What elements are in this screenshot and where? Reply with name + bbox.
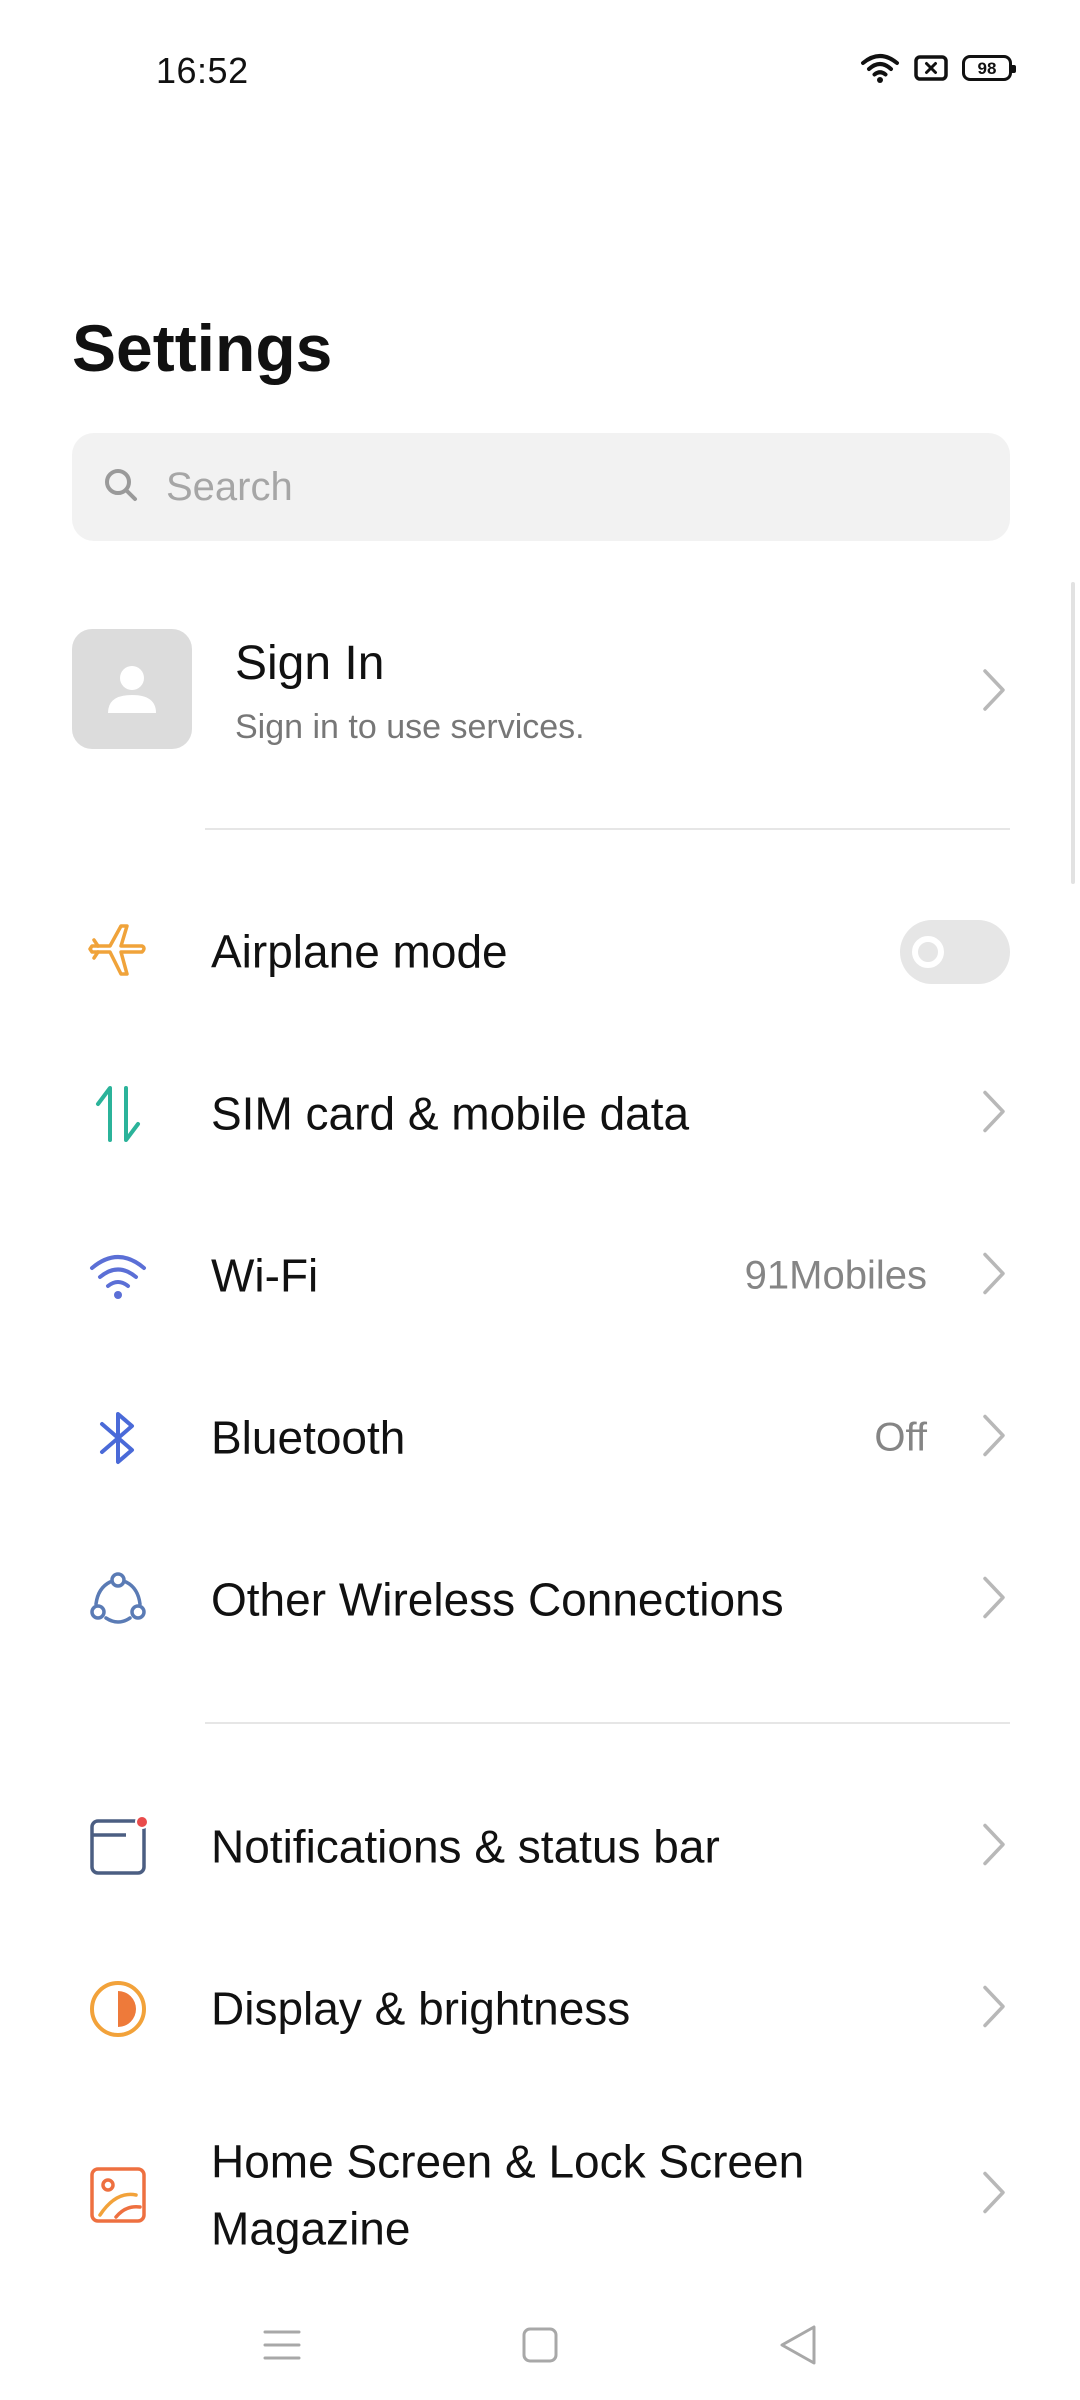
divider: [205, 1722, 1010, 1724]
airplane-mode-row[interactable]: Airplane mode: [0, 871, 1080, 1033]
wifi-network-value: 91Mobiles: [744, 1253, 927, 1298]
chevron-right-icon: [982, 1414, 1006, 1463]
wifi-icon: [76, 1234, 160, 1318]
toggle-knob: [912, 936, 944, 968]
chevron-right-icon: [982, 668, 1006, 717]
display-brightness-icon: [76, 1967, 160, 2051]
person-icon: [108, 666, 156, 713]
battery-level: 98: [977, 58, 997, 78]
other-wireless-connections-row[interactable]: Other Wireless Connections: [0, 1519, 1080, 1681]
status-bar: 16:52 98: [0, 0, 1080, 140]
row-label: Other Wireless Connections: [211, 1573, 784, 1626]
airplane-icon: [76, 910, 160, 994]
chevron-right-icon: [982, 1252, 1006, 1301]
notifications-status-bar-row[interactable]: Notifications & status bar: [0, 1766, 1080, 1928]
navigation-bar: [0, 2290, 1080, 2400]
page-title: Settings: [72, 311, 333, 385]
wifi-row[interactable]: Wi-Fi 91Mobiles: [0, 1195, 1080, 1357]
row-label: Notifications & status bar: [211, 1820, 720, 1873]
bluetooth-icon: [76, 1396, 160, 1480]
sim-absent-icon: [914, 54, 948, 82]
battery-icon: 98: [962, 55, 1016, 81]
airplane-mode-toggle[interactable]: [900, 920, 1010, 984]
back-icon[interactable]: [758, 2305, 838, 2385]
scrollbar[interactable]: [1071, 582, 1075, 884]
sign-in-title: Sign In: [235, 637, 385, 690]
home-icon[interactable]: [500, 2305, 580, 2385]
chevron-right-icon: [982, 1576, 1006, 1625]
search-icon: [102, 466, 140, 509]
display-brightness-row[interactable]: Display & brightness: [0, 1928, 1080, 2090]
chevron-right-icon: [982, 2171, 1006, 2220]
wireless-connections-icon: [76, 1558, 160, 1642]
status-time: 16:52: [156, 50, 249, 91]
bluetooth-status-value: Off: [874, 1415, 927, 1460]
status-icons: 98: [860, 52, 1016, 84]
row-label: SIM card & mobile data: [211, 1087, 690, 1140]
home-screen-icon: [76, 2153, 160, 2237]
wifi-icon: [860, 52, 900, 84]
notifications-icon: [76, 1805, 160, 1889]
home-lock-screen-magazine-row[interactable]: Home Screen & Lock Screen Magazine: [0, 2090, 1080, 2300]
divider: [205, 828, 1010, 830]
row-label: Bluetooth: [211, 1411, 406, 1464]
chevron-right-icon: [982, 1090, 1006, 1139]
row-label: Home Screen & Lock Screen Magazine: [211, 2135, 805, 2254]
bluetooth-row[interactable]: Bluetooth Off: [0, 1357, 1080, 1519]
sign-in-item[interactable]: Sign In Sign in to use services.: [0, 600, 1080, 780]
chevron-right-icon: [982, 1985, 1006, 2034]
sign-in-subtitle: Sign in to use services.: [235, 708, 585, 746]
row-label: Display & brightness: [211, 1982, 631, 2035]
row-label: Airplane mode: [211, 925, 508, 978]
sim-mobile-data-row[interactable]: SIM card & mobile data: [0, 1033, 1080, 1195]
avatar: [72, 629, 192, 749]
search-input[interactable]: [164, 463, 948, 511]
search-bar[interactable]: [72, 433, 1010, 541]
mobile-data-icon: [76, 1072, 160, 1156]
menu-icon[interactable]: [242, 2305, 322, 2385]
chevron-right-icon: [982, 1823, 1006, 1872]
